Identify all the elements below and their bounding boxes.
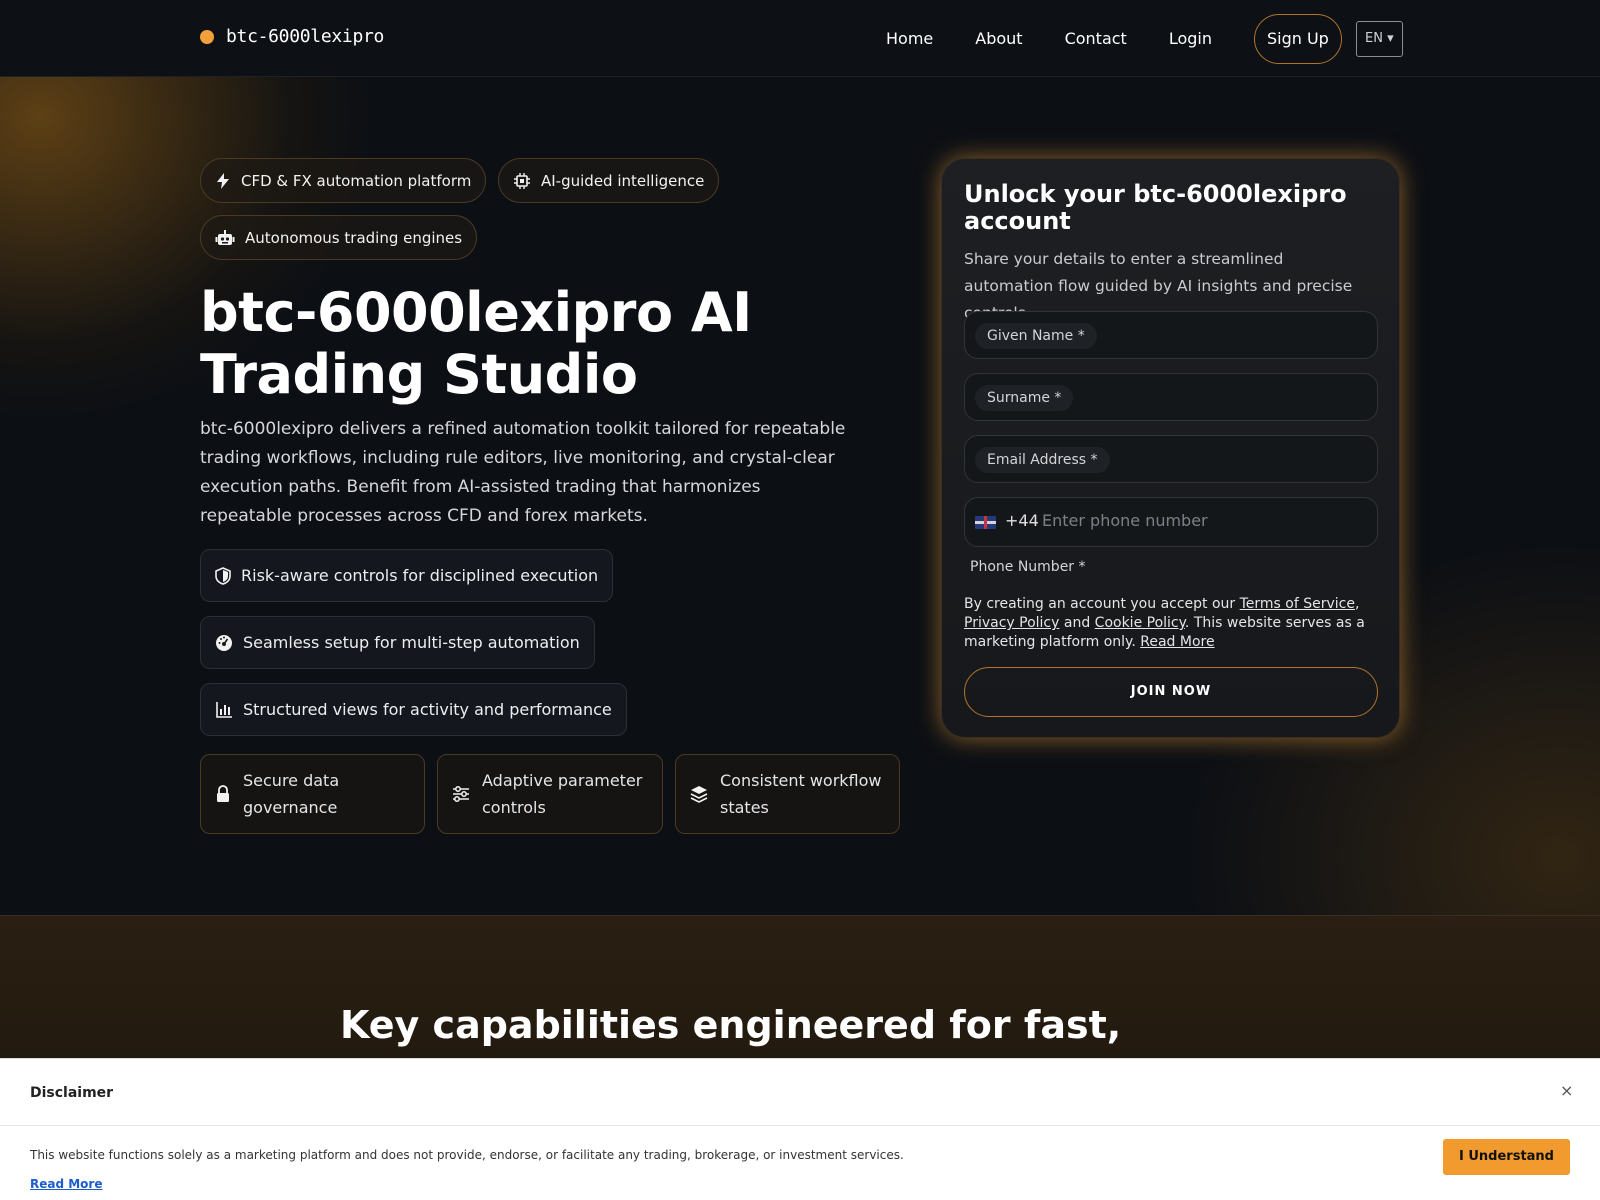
close-icon[interactable]: × bbox=[1560, 1081, 1573, 1100]
lock-icon bbox=[217, 785, 229, 802]
terms-of-service-link[interactable]: Terms of Service bbox=[1240, 596, 1355, 612]
email-field[interactable]: Email Address * bbox=[964, 435, 1378, 483]
surname-label: Surname * bbox=[975, 385, 1074, 411]
gauge-icon bbox=[216, 634, 232, 651]
given-name-field[interactable]: Given Name * bbox=[964, 311, 1378, 359]
pill-ai-guided: AI-guided intelligence bbox=[498, 158, 720, 203]
signup-button[interactable]: Sign Up bbox=[1253, 14, 1342, 64]
brand-logo[interactable]: btc-6000lexipro bbox=[200, 26, 384, 47]
disclaimer-divider bbox=[0, 1125, 1600, 1126]
hero-title: btc-6000lexipro AI Trading Studio bbox=[200, 281, 752, 406]
feature-risk-aware: Risk-aware controls for disciplined exec… bbox=[200, 549, 614, 602]
layers-icon bbox=[690, 786, 708, 803]
bar-chart-icon bbox=[216, 701, 232, 718]
nav-login[interactable]: Login bbox=[1169, 14, 1212, 64]
logo-dot-icon bbox=[200, 29, 214, 44]
chip-icon bbox=[514, 172, 530, 189]
uk-flag-icon[interactable] bbox=[975, 516, 996, 529]
robot-icon bbox=[215, 229, 235, 245]
terms-and: and bbox=[1059, 615, 1095, 631]
feature-structured-views: Structured views for activity and perfor… bbox=[200, 683, 627, 736]
hero-description: btc-6000lexipro delivers a refined autom… bbox=[200, 419, 846, 526]
card-secure-data: Secure data governance bbox=[200, 754, 425, 834]
disclaimer-title: Disclaimer bbox=[30, 1085, 114, 1101]
feature-seamless-setup: Seamless setup for multi-step automation bbox=[200, 616, 595, 669]
card-consistent-workflow: Consistent workflow states bbox=[675, 754, 900, 834]
main-nav: Home About Contact Login Sign Up EN ▾ bbox=[886, 14, 1403, 64]
understand-button[interactable]: I Understand bbox=[1443, 1139, 1570, 1175]
pill-label: CFD & FX automation platform bbox=[241, 171, 472, 190]
nav-home[interactable]: Home bbox=[886, 14, 933, 64]
cookie-policy-link[interactable]: Cookie Policy bbox=[1095, 615, 1185, 631]
feature-label: Risk-aware controls for disciplined exec… bbox=[241, 566, 599, 585]
nav-about[interactable]: About bbox=[975, 14, 1022, 64]
language-selector[interactable]: EN ▾ bbox=[1355, 21, 1403, 57]
feature-label: Structured views for activity and perfor… bbox=[243, 700, 612, 719]
disclaimer-text: This website functions solely as a marke… bbox=[30, 1148, 904, 1162]
site-header: btc-6000lexipro Home About Contact Login… bbox=[0, 0, 1600, 77]
lightning-icon bbox=[217, 172, 229, 189]
phone-input-placeholder[interactable]: Enter phone number bbox=[1042, 511, 1208, 530]
phone-label: Phone Number * bbox=[970, 559, 1086, 575]
terms-read-more-link[interactable]: Read More bbox=[1140, 634, 1214, 650]
phone-country-code[interactable]: +44 bbox=[1005, 511, 1039, 530]
feature-label: Seamless setup for multi-step automation bbox=[243, 633, 580, 652]
signup-form: Unlock your btc-6000lexipro account Shar… bbox=[941, 158, 1400, 738]
form-title: Unlock your btc-6000lexipro account bbox=[964, 180, 1347, 235]
given-name-label: Given Name * bbox=[975, 323, 1097, 349]
surname-field[interactable]: Surname * bbox=[964, 373, 1378, 421]
card-adaptive-parameters: Adaptive parameter controls bbox=[437, 754, 663, 834]
card-label: Adaptive parameter controls bbox=[482, 771, 643, 817]
disclaimer-banner: Disclaimer × This website functions sole… bbox=[0, 1058, 1600, 1200]
card-label: Consistent workflow states bbox=[720, 771, 882, 817]
nav-contact[interactable]: Contact bbox=[1065, 14, 1127, 64]
card-label: Secure data governance bbox=[243, 771, 340, 817]
pill-autonomous: Autonomous trading engines bbox=[200, 215, 478, 260]
pill-label: Autonomous trading engines bbox=[245, 228, 463, 247]
terms-pre: By creating an account you accept our bbox=[964, 596, 1240, 612]
join-now-button[interactable]: JOIN NOW bbox=[964, 667, 1378, 717]
brand-name: btc-6000lexipro bbox=[226, 26, 385, 47]
email-label: Email Address * bbox=[975, 447, 1110, 473]
privacy-policy-link[interactable]: Privacy Policy bbox=[964, 615, 1059, 631]
terms-text: By creating an account you accept our Te… bbox=[964, 595, 1374, 652]
phone-field[interactable]: +44 Enter phone number bbox=[964, 497, 1378, 547]
disclaimer-read-more-link[interactable]: Read More bbox=[30, 1177, 103, 1191]
pill-label: AI-guided intelligence bbox=[541, 171, 705, 190]
sliders-icon bbox=[453, 786, 469, 802]
pill-cfd-fx: CFD & FX automation platform bbox=[200, 158, 487, 203]
terms-sep: , bbox=[1355, 596, 1360, 612]
shield-icon bbox=[215, 566, 231, 585]
